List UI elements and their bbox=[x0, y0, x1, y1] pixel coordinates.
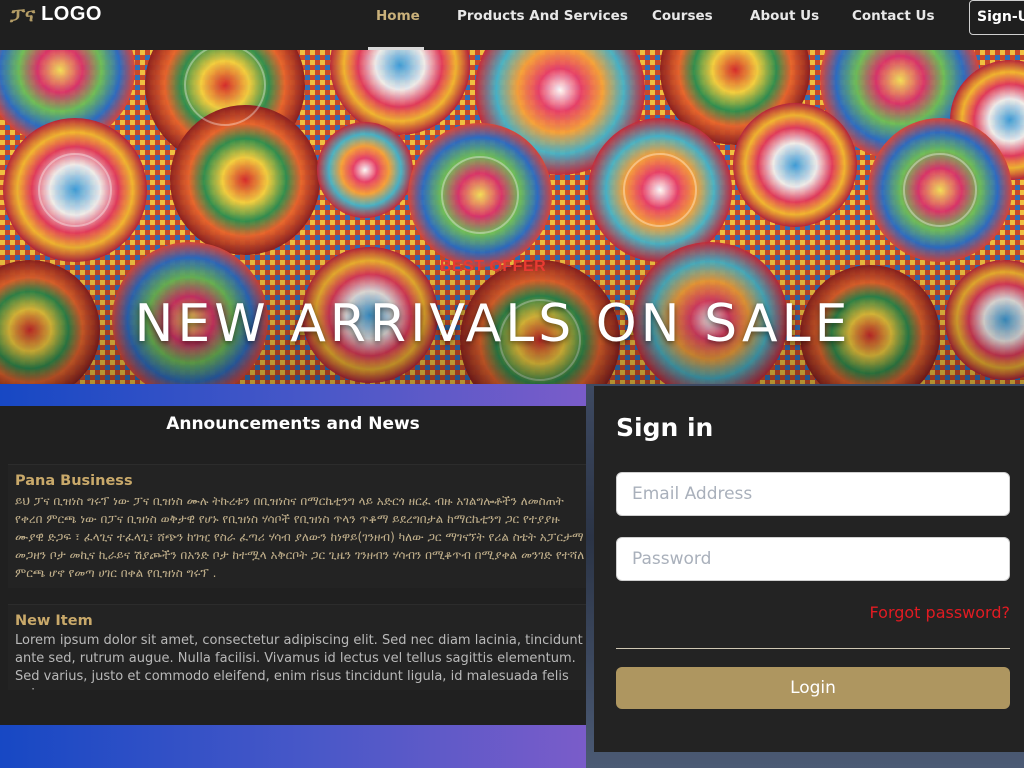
signin-title: Sign in bbox=[616, 413, 714, 442]
hero-title: NEW ARRIVALS ON SALE bbox=[134, 294, 852, 354]
signup-button[interactable]: Sign-Up bbox=[969, 0, 1024, 35]
login-button[interactable]: Login bbox=[616, 667, 1010, 709]
email-field[interactable] bbox=[616, 472, 1010, 516]
logo-text: LOGO bbox=[41, 3, 102, 25]
nav-home[interactable]: Home bbox=[376, 8, 420, 24]
forgot-password-link[interactable]: Forgot password? bbox=[864, 603, 1010, 622]
signin-card: Sign in Forgot password? Login bbox=[594, 386, 1024, 752]
news-item-title: New Item bbox=[15, 613, 93, 629]
news-item[interactable]: New Item Lorem ipsum dolor sit amet, con… bbox=[8, 604, 586, 690]
announcements-heading: Announcements and News bbox=[166, 414, 420, 434]
news-item[interactable]: Pana Business ይህ ፓና ቢዝነስ ግሩፕ ነው ፓና ቢዝነስ … bbox=[8, 464, 586, 588]
nav-contact-us[interactable]: Contact Us bbox=[852, 8, 935, 24]
news-item-body: Lorem ipsum dolor sit amet, consectetur … bbox=[15, 633, 583, 690]
news-bottom-gradient bbox=[0, 725, 586, 768]
news-item-title: Pana Business bbox=[15, 473, 133, 489]
nav-courses[interactable]: Courses bbox=[652, 8, 713, 24]
nav-active-indicator bbox=[368, 47, 424, 50]
news-top-gradient bbox=[0, 384, 586, 406]
nav-about-us[interactable]: About Us bbox=[750, 8, 819, 24]
news-item-body: ይህ ፓና ቢዝነስ ግሩፕ ነው ፓና ቢዝነስ ሙሉ ትኩረቱን በቢዝነስ… bbox=[15, 494, 585, 580]
announcements-panel: Announcements and News Pana Business ይህ … bbox=[0, 406, 586, 725]
nav-products-and-services[interactable]: Products And Services bbox=[457, 8, 628, 24]
hero-banner: BEST OFFER NEW ARRIVALS ON SALE bbox=[0, 50, 1024, 384]
hero-kicker: BEST OFFER bbox=[439, 258, 547, 275]
signin-divider bbox=[616, 648, 1010, 649]
site-logo[interactable]: ፓና LOGO bbox=[10, 3, 102, 26]
logo-glyph: ፓና bbox=[10, 3, 36, 26]
top-navbar: ፓና LOGO Home Products And Services Cours… bbox=[0, 0, 1024, 50]
password-field[interactable] bbox=[616, 537, 1010, 581]
